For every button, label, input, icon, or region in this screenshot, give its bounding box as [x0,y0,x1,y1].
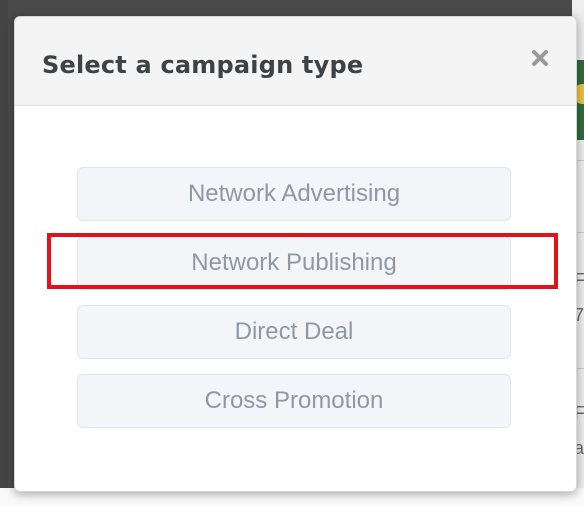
close-icon [532,50,548,66]
modal-title: Select a campaign type [42,51,364,79]
campaign-type-modal: Select a campaign type Network Advertisi… [14,16,577,492]
direct-deal-button[interactable]: Direct Deal [77,305,511,359]
network-advertising-button[interactable]: Network Advertising [77,167,511,221]
network-publishing-button[interactable]: Network Publishing [77,236,511,290]
close-button[interactable] [523,41,557,75]
cross-promotion-button[interactable]: Cross Promotion [77,374,511,428]
backdrop-left-edge [0,0,8,506]
modal-header: Select a campaign type [15,17,576,106]
